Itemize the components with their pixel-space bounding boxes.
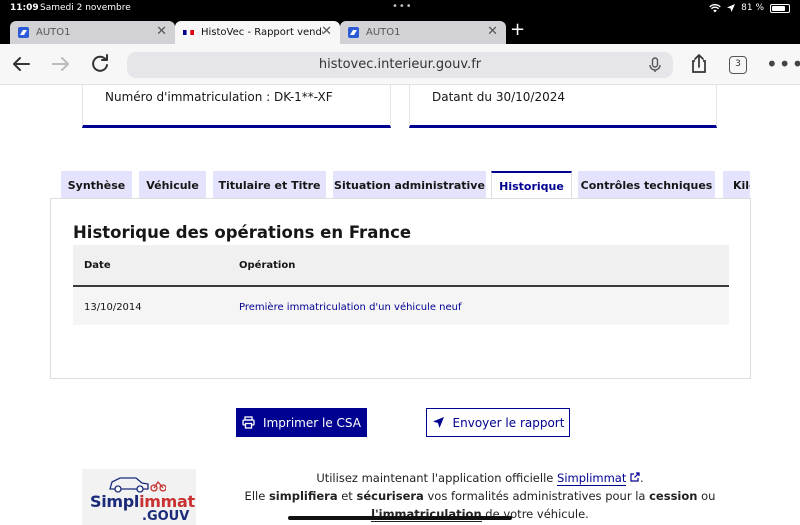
- status-date: Samedi 2 novembre: [40, 3, 131, 13]
- tab-label: HistoVec - Rapport vende: [201, 27, 323, 38]
- close-tab-icon[interactable]: ✕: [487, 24, 498, 39]
- car-illustration-icon: [109, 477, 166, 493]
- tab-kilometrage[interactable]: Kilo: [723, 171, 750, 199]
- column-header-operation: Opération: [239, 260, 296, 271]
- external-link-icon[interactable]: [630, 472, 640, 482]
- wifi-icon: [709, 3, 721, 12]
- new-tab-plus-icon[interactable]: +: [510, 19, 525, 40]
- status-right: 81 %: [709, 3, 790, 13]
- table-header: Date Opération: [73, 245, 729, 287]
- tab-situation-administrative[interactable]: Situation administrative: [333, 171, 486, 199]
- more-options-icon[interactable]: •••: [766, 52, 800, 76]
- share-icon[interactable]: [688, 53, 710, 75]
- promo-line-1: Utilisez maintenant l'application offici…: [316, 471, 644, 486]
- report-tabs: Synthèse Véhicule Titulaire et Titre Sit…: [50, 171, 750, 199]
- tab-vehicule[interactable]: Véhicule: [139, 171, 206, 199]
- url-text: histovec.interieur.gouv.fr: [318, 57, 482, 72]
- battery-icon: [770, 3, 790, 13]
- auto1-favicon-icon: [18, 27, 29, 38]
- simplimmat-promo: Utilisez maintenant l'application offici…: [230, 469, 730, 523]
- browser-tab-histovec[interactable]: HistoVec - Rapport vende ✕: [175, 21, 340, 44]
- back-arrow-icon[interactable]: [10, 53, 32, 75]
- tab-historique[interactable]: Historique: [491, 171, 572, 199]
- location-icon: [727, 4, 736, 12]
- logo-gouv: .GOUV: [142, 509, 190, 524]
- browser-tab-auto1-second[interactable]: AUTO1 ✕: [340, 21, 506, 44]
- french-flag-icon: [183, 30, 194, 35]
- browser-tab-auto1-first[interactable]: AUTO1 ✕: [10, 21, 175, 44]
- simplimmat-logo[interactable]: Simplimmat .GOUV: [82, 469, 196, 525]
- promo-line-3: l'immatriculation de votre véhicule.: [371, 507, 589, 522]
- column-header-date: Date: [84, 260, 111, 271]
- close-tab-icon[interactable]: ✕: [156, 24, 167, 39]
- send-report-label: Envoyer le rapport: [452, 415, 565, 430]
- send-report-button[interactable]: Envoyer le rapport: [426, 408, 570, 437]
- close-tab-icon[interactable]: ✕: [321, 24, 332, 39]
- browser-toolbar: histovec.interieur.gouv.fr 3 •••: [0, 44, 800, 85]
- microphone-icon[interactable]: [647, 57, 663, 73]
- row-operation: Première immatriculation d'un véhicule n…: [239, 302, 462, 313]
- registration-number: Numéro d'immatriculation : DK-1**-XF: [105, 90, 333, 104]
- tab-label: AUTO1: [36, 27, 71, 38]
- history-panel: Historique des opérations en France Date…: [50, 198, 751, 379]
- history-title: Historique des opérations en France: [73, 223, 412, 242]
- table-row: 13/10/2014 Première immatriculation d'un…: [73, 287, 729, 325]
- simplimmat-link[interactable]: Simplimmat: [557, 471, 627, 486]
- report-date-card: Datant du 30/10/2024: [409, 85, 717, 128]
- print-csa-label: Imprimer le CSA: [263, 415, 361, 430]
- printer-icon: [242, 416, 255, 429]
- row-date: 13/10/2014: [84, 302, 142, 313]
- promo-line-2: Elle simplifiera et sécurisera vos forma…: [244, 489, 716, 503]
- status-time: 11:09: [10, 3, 39, 13]
- forward-arrow-icon[interactable]: [50, 53, 72, 75]
- tab-controles-techniques[interactable]: Contrôles techniques: [578, 171, 715, 199]
- auto1-favicon-icon: [348, 27, 359, 38]
- report-date: Datant du 30/10/2024: [432, 90, 565, 104]
- registration-card: Numéro d'immatriculation : DK-1**-XF: [82, 85, 391, 128]
- tab-titulaire-titre[interactable]: Titulaire et Titre: [213, 171, 326, 199]
- multitask-dots-icon[interactable]: •••: [392, 1, 413, 12]
- reload-icon[interactable]: [89, 53, 111, 75]
- home-indicator[interactable]: [288, 516, 512, 520]
- status-bar: 11:09 Samedi 2 novembre ••• 81 %: [0, 0, 800, 18]
- tab-synthese[interactable]: Synthèse: [61, 171, 132, 199]
- address-bar[interactable]: histovec.interieur.gouv.fr: [127, 52, 673, 78]
- send-icon: [432, 417, 444, 428]
- print-csa-button[interactable]: Imprimer le CSA: [236, 408, 367, 437]
- tab-label: AUTO1: [366, 27, 401, 38]
- tab-overview-button[interactable]: 3: [729, 56, 747, 74]
- battery-percent: 81 %: [741, 3, 764, 13]
- browser-tab-strip: AUTO1 ✕ HistoVec - Rapport vende ✕ AUTO1…: [0, 18, 800, 44]
